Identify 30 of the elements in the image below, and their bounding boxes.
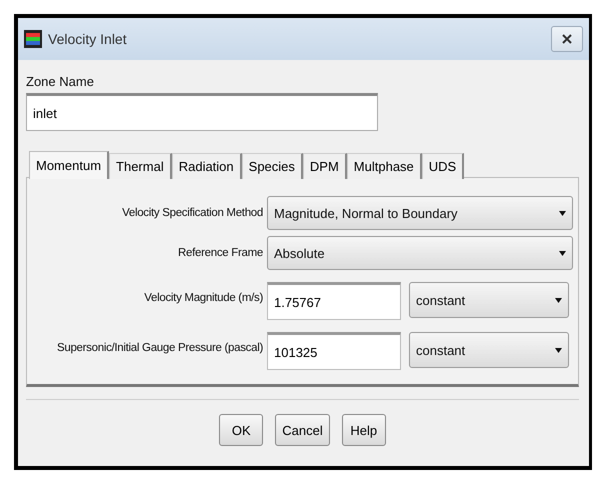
dialog-button[interactable]: OK bbox=[219, 414, 264, 446]
close-button[interactable] bbox=[551, 26, 583, 52]
app-icon bbox=[24, 30, 42, 48]
caret-icon bbox=[559, 210, 566, 216]
tab[interactable]: UDS bbox=[422, 153, 464, 179]
value-field[interactable]: 101325 bbox=[267, 332, 401, 370]
dialog-button[interactable]: Help bbox=[342, 414, 386, 446]
tab[interactable]: Momentum bbox=[29, 151, 110, 179]
tab[interactable]: DPM bbox=[302, 153, 347, 179]
window-title: Velocity Inlet bbox=[48, 31, 128, 47]
close-icon bbox=[562, 34, 572, 44]
caret-icon bbox=[555, 298, 562, 302]
tab[interactable]: Species bbox=[242, 153, 303, 179]
caret-icon bbox=[559, 250, 566, 256]
value-field[interactable]: 1.75767 bbox=[267, 282, 401, 320]
dropdown[interactable]: constant bbox=[409, 282, 569, 318]
dropdown[interactable]: Magnitude, Normal to Boundary bbox=[267, 196, 573, 230]
dropdown[interactable]: Absolute bbox=[267, 236, 573, 270]
field-label: Velocity Specification Method bbox=[121, 207, 264, 219]
field-label: Zone Name bbox=[26, 74, 95, 89]
field-label: Reference Frame bbox=[177, 247, 264, 259]
field-label: Velocity Magnitude (m/s) bbox=[143, 292, 264, 304]
tab[interactable]: Thermal bbox=[109, 153, 172, 179]
dialog-button[interactable]: Cancel bbox=[275, 414, 330, 446]
zone-name-field[interactable]: inlet bbox=[26, 93, 378, 131]
tab[interactable]: Multphase bbox=[346, 153, 422, 179]
field-label: Supersonic/Initial Gauge Pressure (pascal) bbox=[56, 342, 264, 354]
tab[interactable]: Radiation bbox=[172, 153, 242, 179]
caret-icon bbox=[555, 348, 562, 352]
dropdown[interactable]: constant bbox=[409, 332, 569, 368]
